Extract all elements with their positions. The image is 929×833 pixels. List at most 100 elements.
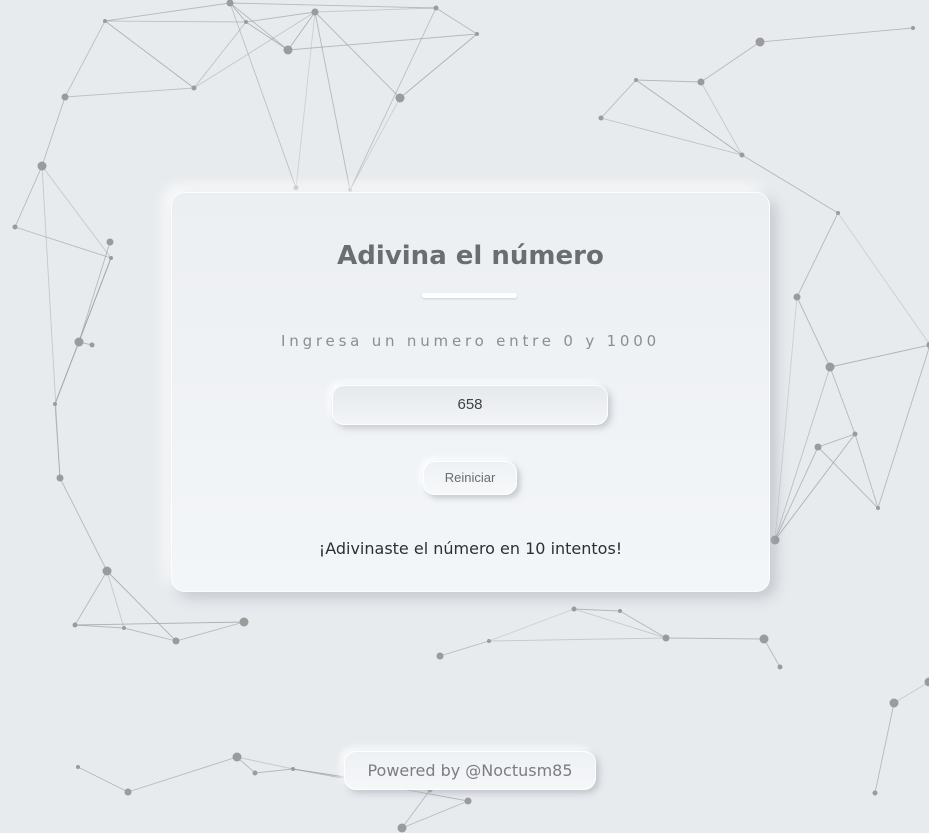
network-node [124,788,132,796]
network-node [191,85,197,91]
network-node [12,224,18,230]
network-line [877,346,929,509]
network-line [435,7,478,35]
network-node [911,26,915,30]
game-title: Adivina el número [337,241,604,271]
network-node [475,32,479,36]
network-line [175,621,245,642]
network-line [254,768,294,774]
network-line [287,11,316,51]
network-node [239,617,249,627]
network-line [837,212,929,345]
network-line [829,366,856,435]
network-line [573,608,667,639]
network-line [64,20,106,98]
network-line [74,570,108,626]
network-line [77,766,129,793]
network-node [598,115,604,121]
network-node [433,5,439,11]
network-node [436,652,444,660]
network-line [874,702,895,794]
network-line [314,11,351,191]
network-line [700,81,743,156]
network-line [700,41,761,83]
network-line [104,2,231,22]
network-line [774,296,798,541]
network-line [439,640,490,657]
network-node [283,45,293,55]
network-line [635,79,702,83]
network-line [64,87,195,98]
network-line [665,637,765,640]
network-line [488,608,575,642]
network-line [774,433,856,541]
network-node [397,823,407,833]
network-line [229,2,437,9]
network-line [123,627,177,642]
instruction-text: Ingresa un numero entre 0 y 1000 [281,332,660,350]
network-node [876,506,880,510]
network-node [102,566,112,576]
network-node [852,431,858,437]
network-node [53,402,57,406]
game-card: Adivina el número Ingresa un numero entr… [171,192,770,592]
network-node [777,664,783,670]
network-node [232,752,242,762]
network-node [662,634,670,642]
network-line [41,96,66,167]
network-node [89,342,95,348]
network-node [252,770,258,776]
network-node [172,637,180,645]
network-line [104,20,247,23]
network-node [793,293,801,301]
network-line [600,79,637,119]
network-line [245,11,316,23]
network-line [314,7,437,13]
network-node [244,20,248,24]
network-node [697,78,705,86]
network-line [295,11,316,189]
network-line [127,756,238,793]
network-line [349,7,437,191]
network-line [41,165,61,479]
result-message: ¡Adivinaste el número en 10 intentos! [318,539,623,558]
network-node [291,767,295,771]
title-underline [422,293,517,298]
network-line [314,11,401,99]
network-line [759,27,914,43]
network-node [395,93,405,103]
network-node [72,622,78,628]
network-node [755,37,765,47]
network-node [836,211,840,215]
network-node [109,256,113,260]
network-line [349,97,401,191]
network-line [817,446,879,509]
network-line [619,610,667,639]
network-line [287,33,478,51]
network-line [41,165,112,259]
network-node [739,152,745,158]
network-node [759,634,769,644]
powered-by-badge[interactable]: Powered by @Noctusm85 [344,751,596,790]
guess-input[interactable]: 658 [332,385,608,425]
network-line [399,33,478,99]
network-node [106,238,114,246]
network-line [600,117,743,156]
network-line [104,20,195,89]
network-line [193,21,247,89]
network-node [814,443,822,451]
network-line [796,212,839,298]
network-line [817,433,856,448]
network-node [618,609,622,613]
network-line [488,637,667,642]
network-node [889,698,899,708]
network-line [74,624,125,629]
restart-button[interactable]: Reiniciar [423,461,517,495]
network-line [635,79,743,156]
network-line [14,226,112,259]
network-line [763,638,781,668]
network-line [829,344,929,368]
network-node [872,790,878,796]
network-node [74,337,84,347]
network-node [634,78,638,82]
